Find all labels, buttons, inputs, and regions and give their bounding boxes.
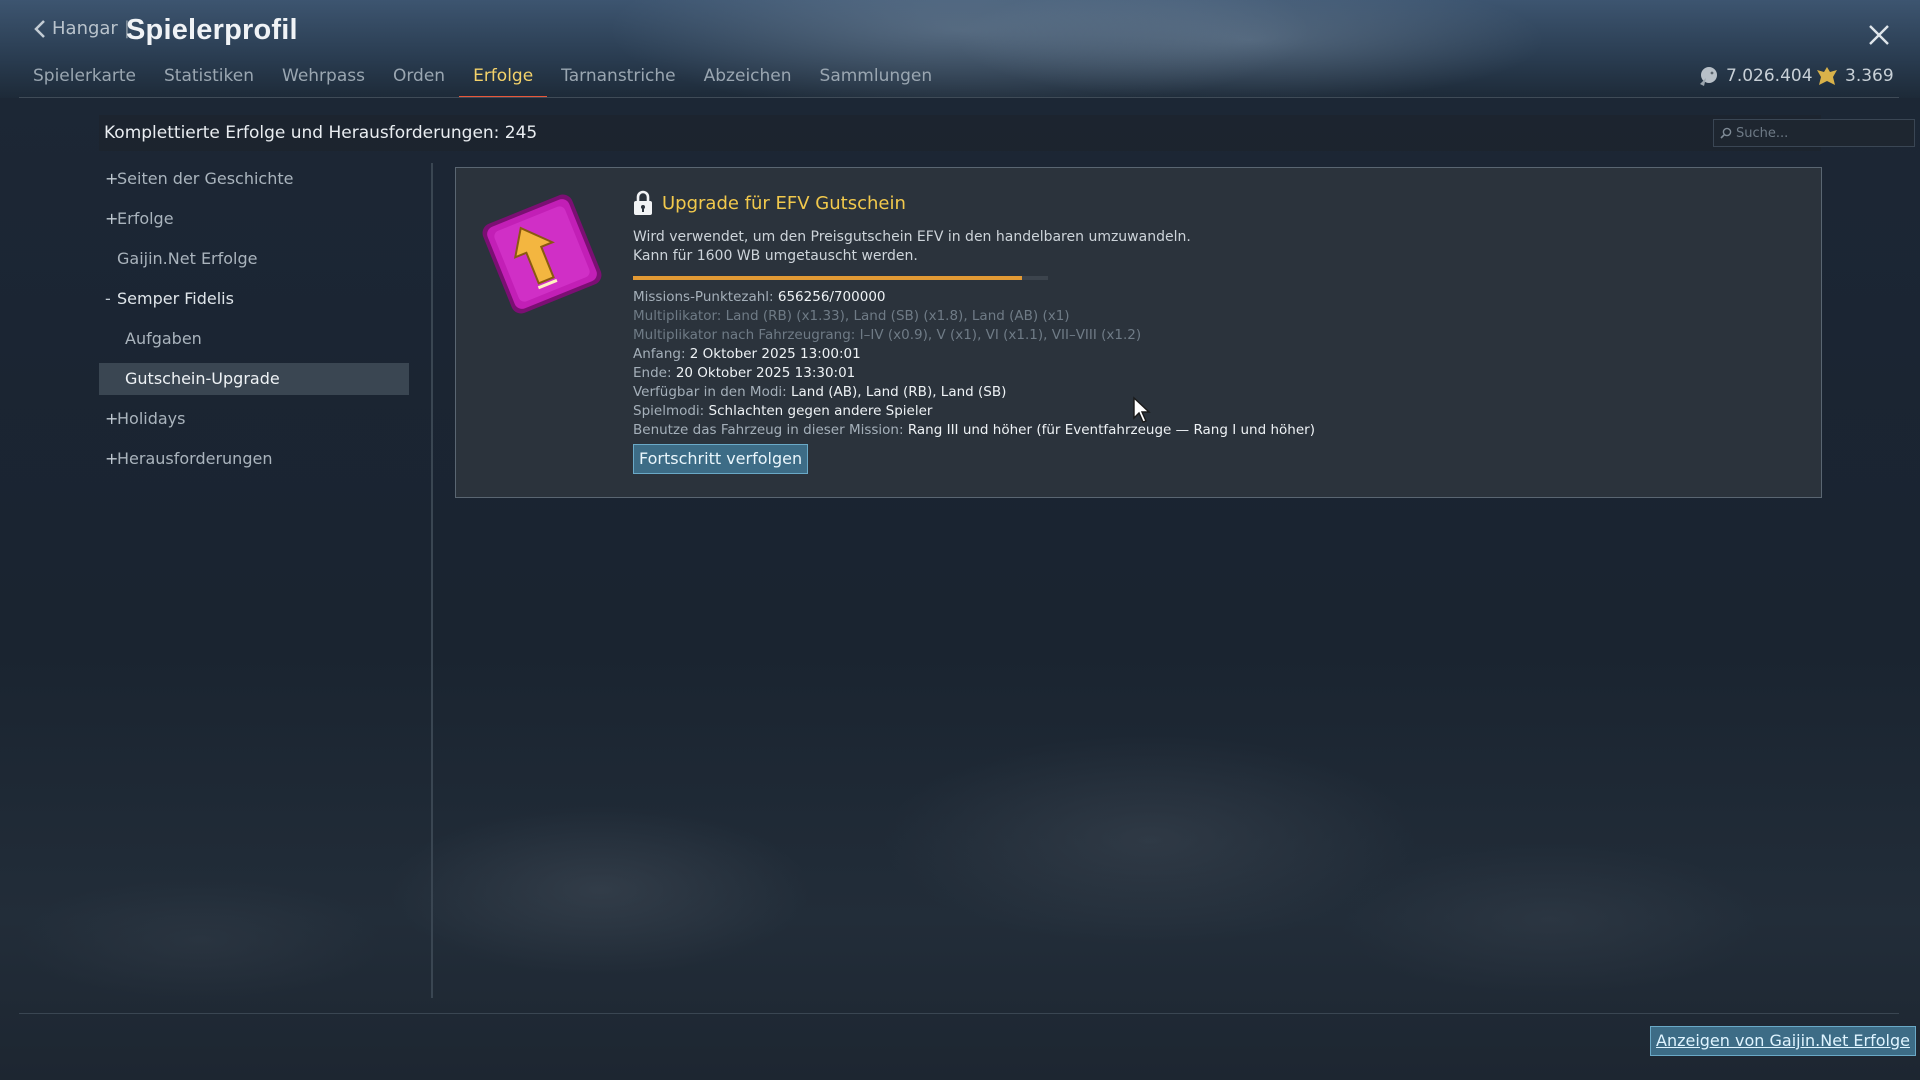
tab-orden[interactable]: Orden (379, 64, 459, 98)
sidebar-item-seiten-der-geschichte[interactable]: +Seiten der Geschichte (99, 163, 409, 195)
sidebar-item-gaijin-net-erfolge[interactable]: Gaijin.Net Erfolge (99, 243, 409, 275)
collapse-toggle: - (105, 289, 111, 308)
expand-toggle: + (105, 449, 119, 468)
progress-fill (633, 276, 1023, 280)
sidebar-item-label: Holidays (117, 409, 186, 428)
golden-eagles-value: 3.369 (1845, 66, 1894, 86)
golden-eagles-balance: 3.369 (1815, 64, 1894, 88)
sidebar-item-label: Gutschein-Upgrade (125, 369, 280, 388)
sidebar-item-label: Erfolge (117, 209, 174, 228)
detail-row-multiplier-rank: Multiplikator nach Fahrzeugrang: I–IV (x… (633, 327, 1142, 343)
expand-toggle: + (105, 409, 119, 428)
achievement-detail-card: Upgrade für EFV Gutschein Wird verwendet… (455, 167, 1822, 498)
lock-icon (634, 190, 652, 215)
sidebar-item-label: Seiten der Geschichte (117, 169, 294, 188)
sidebar-item-label: Aufgaben (125, 329, 202, 348)
golden-eagle-icon (1817, 67, 1837, 85)
achievement-category-sidebar: +Seiten der Geschichte +Erfolge Gaijin.N… (99, 163, 409, 483)
mouse-cursor-icon (1133, 396, 1151, 423)
sidebar-item-herausforderungen[interactable]: +Herausforderungen (99, 443, 409, 475)
header: Hangar | Spielerprofil Spielerkarte Stat… (0, 0, 1920, 98)
achievement-details: Missions-Punktezahl: 656256/700000 Multi… (633, 288, 1315, 440)
sidebar-item-label: Semper Fidelis (117, 289, 234, 308)
header-divider (19, 97, 1899, 98)
cloud-background (0, 620, 1920, 1080)
sidebar-item-gutschein-upgrade[interactable]: Gutschein-Upgrade (99, 363, 409, 395)
achievement-title-text: Upgrade für EFV Gutschein (662, 192, 906, 214)
sidebar-item-holidays[interactable]: +Holidays (99, 403, 409, 435)
profile-tabs: Spielerkarte Statistiken Wehrpass Orden … (19, 64, 946, 98)
description-line: Kann für 1600 WB umgetauscht werden. (633, 248, 918, 264)
detail-row-mission-score: Missions-Punktezahl: 656256/700000 (633, 289, 886, 305)
page-title: Spielerprofil (126, 14, 298, 46)
sidebar-divider (431, 163, 433, 998)
search-input[interactable] (1736, 125, 1906, 141)
achievement-description: Wird verwendet, um den Preisgutschein EF… (633, 228, 1191, 266)
sidebar-item-erfolge[interactable]: +Erfolge (99, 203, 409, 235)
tab-spielerkarte[interactable]: Spielerkarte (19, 64, 150, 98)
silver-lions-value: 7.026.404 (1726, 66, 1813, 86)
completed-achievements-count: Komplettierte Erfolge und Herausforderun… (104, 123, 538, 143)
sidebar-item-label: Gaijin.Net Erfolge (117, 249, 258, 268)
back-chevron-icon (34, 19, 45, 38)
back-label: Hangar (52, 18, 118, 39)
search-box[interactable] (1713, 119, 1915, 147)
silver-lions-balance: 7.026.404 (1696, 64, 1813, 88)
sidebar-item-label: Herausforderungen (117, 449, 273, 468)
expand-toggle: + (105, 169, 119, 188)
detail-row-multiplier-mode: Multiplikator: Land (RB) (x1.33), Land (… (633, 308, 1070, 324)
detail-row-end: Ende: 20 Oktober 2025 13:30:01 (633, 365, 856, 381)
expand-toggle: + (105, 209, 119, 228)
track-progress-button[interactable]: Fortschritt verfolgen (633, 444, 809, 474)
tab-erfolge[interactable]: Erfolge (459, 64, 548, 98)
tab-statistiken[interactable]: Statistiken (150, 64, 268, 98)
tab-tarnanstriche[interactable]: Tarnanstriche (547, 64, 689, 98)
detail-row-game-modes: Spielmodi: Schlachten gegen andere Spiel… (633, 403, 933, 419)
mission-progress-bar (633, 276, 1048, 280)
detail-row-start: Anfang: 2 Oktober 2025 13:00:01 (633, 346, 861, 362)
silver-lion-icon (1700, 67, 1717, 86)
sidebar-item-aufgaben[interactable]: Aufgaben (99, 323, 409, 355)
achievement-title: Upgrade für EFV Gutschein (632, 190, 906, 216)
search-icon (1720, 127, 1732, 139)
upgrade-arrow-badge-icon (482, 194, 602, 314)
tab-abzeichen[interactable]: Abzeichen (690, 64, 806, 98)
show-gaijin-net-achievements-button[interactable]: Anzeigen von Gaijin.Net Erfolge (1650, 1026, 1916, 1056)
sidebar-item-semper-fidelis[interactable]: - Semper Fidelis (99, 283, 409, 315)
footer-divider (19, 1013, 1899, 1014)
detail-row-available-modes: Verfügbar in den Modi: Land (AB), Land (… (633, 384, 1007, 400)
tab-wehrpass[interactable]: Wehrpass (268, 64, 379, 98)
summary-bar: Komplettierte Erfolge und Herausforderun… (99, 115, 1915, 151)
back-to-hangar-button[interactable]: Hangar | (34, 18, 130, 39)
tab-sammlungen[interactable]: Sammlungen (806, 64, 947, 98)
description-line: Wird verwendet, um den Preisgutschein EF… (633, 229, 1191, 245)
close-icon[interactable] (1866, 22, 1892, 48)
detail-row-vehicle-rank: Benutze das Fahrzeug in dieser Mission: … (633, 422, 1315, 438)
